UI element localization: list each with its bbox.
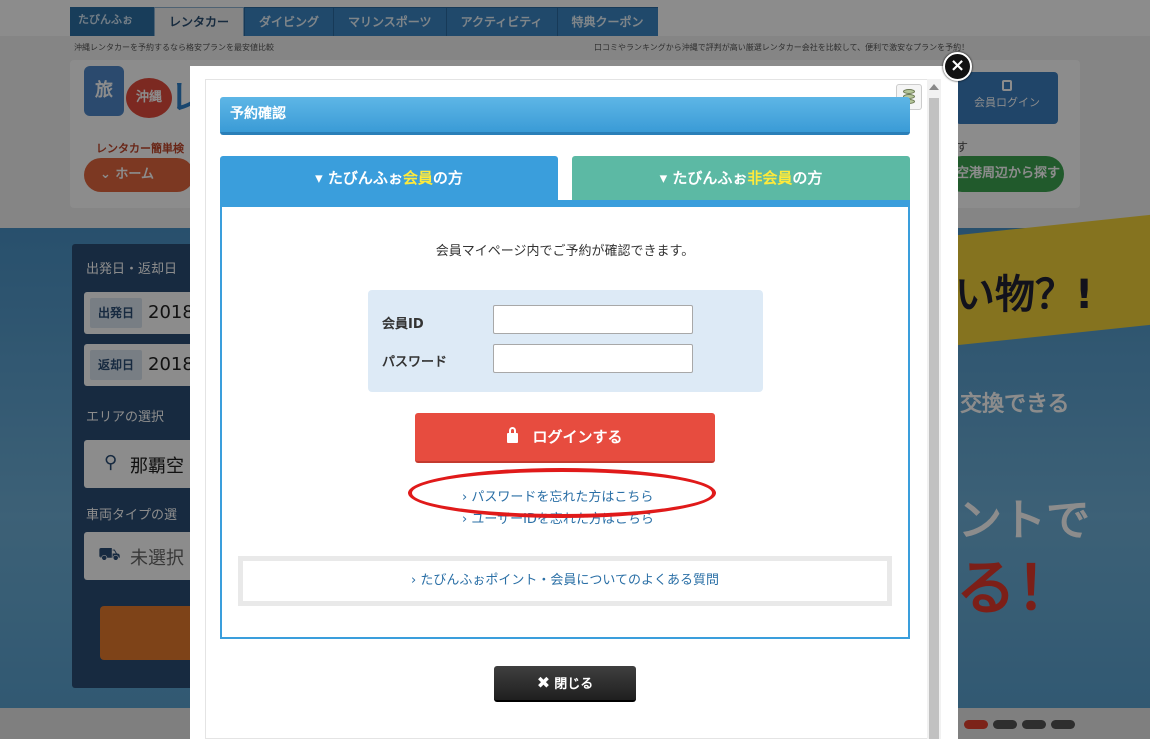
caret-down-icon: ▾ [659,169,673,187]
tab-guest-pre: たびんふぉ [672,169,748,187]
login-button[interactable]: ログインする [415,413,715,463]
lock-icon [507,427,519,443]
tab-member-post: の方 [432,169,463,187]
tab-member-pre: たびんふぉ [327,169,403,187]
modal-title: 予約確認 [220,97,910,135]
close-button-label: 閉じる [554,677,594,692]
highlight-ellipse [408,468,716,518]
tab-guest-post: の方 [792,169,823,187]
intro-text: 会員マイページ内でご予約が確認できます。 [435,244,695,259]
login-button-label: ログインする [532,428,623,446]
caret-down-icon: ▾ [315,169,328,187]
tab-non-member[interactable]: ▾ たびんふぉ非会員の方 [572,156,910,202]
scroll-up-arrow-icon[interactable] [929,84,939,90]
faq-link[interactable]: › たびんふぉポイント・会員についてのよくある質問 [238,556,892,606]
password-input[interactable] [493,344,693,373]
member-id-label: 会員ID [382,317,424,332]
modal-close-icon[interactable]: × [943,52,972,81]
tab-member-highlight: 会員 [402,169,433,187]
member-id-input[interactable] [493,305,693,334]
faq-label: たびんふぉポイント・会員についてのよくある質問 [420,573,719,588]
close-icon: ✖ [536,673,551,692]
password-label: パスワード [382,355,448,370]
tab-guest-highlight: 非会員 [747,169,793,187]
scrollbar-thumb[interactable] [929,98,939,739]
close-button[interactable]: ✖ 閉じる [494,666,636,702]
tab-member[interactable]: ▾ たびんふぉ会員の方 [220,156,558,202]
